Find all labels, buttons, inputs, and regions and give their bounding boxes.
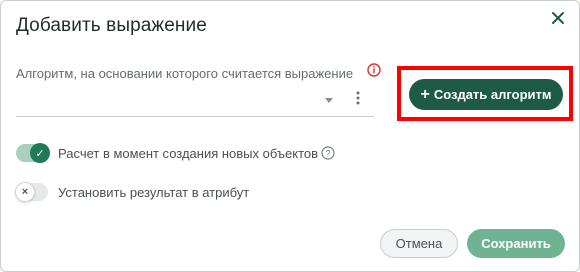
toggle-row-calc-on-create: ✓ Расчет в момент создания новых объекто… xyxy=(16,142,335,164)
dropdown-arrow-icon[interactable] xyxy=(324,95,334,105)
plus-icon: + xyxy=(420,85,430,103)
create-algorithm-button[interactable]: + Создать алгоритм xyxy=(409,79,563,110)
add-expression-dialog: Добавить выражение Алгоритм, на основани… xyxy=(0,0,580,272)
svg-text:?: ? xyxy=(326,148,331,158)
save-button[interactable]: Сохранить xyxy=(467,229,565,258)
create-algorithm-label: Создать алгоритм xyxy=(433,87,552,102)
close-icon[interactable] xyxy=(549,9,567,27)
x-icon: × xyxy=(15,182,35,202)
info-circle-icon xyxy=(367,63,381,77)
calc-on-create-label: Расчет в момент создания новых объектов xyxy=(58,145,319,161)
set-attribute-toggle[interactable]: × xyxy=(15,182,48,202)
algorithm-field-label: Алгоритм, на основании которого считаетс… xyxy=(16,66,354,81)
calc-on-create-toggle[interactable]: ✓ xyxy=(16,143,50,163)
set-attribute-label: Установить результат в атрибут xyxy=(58,184,250,200)
check-icon: ✓ xyxy=(30,143,50,163)
dialog-title: Добавить выражение xyxy=(16,15,207,36)
toggle-row-set-attribute: × Установить результат в атрибут xyxy=(15,181,250,203)
more-options-icon[interactable] xyxy=(354,90,362,106)
cancel-button[interactable]: Отмена xyxy=(380,229,458,258)
algorithm-select[interactable] xyxy=(16,87,374,117)
question-circle-icon[interactable]: ? xyxy=(321,146,335,160)
